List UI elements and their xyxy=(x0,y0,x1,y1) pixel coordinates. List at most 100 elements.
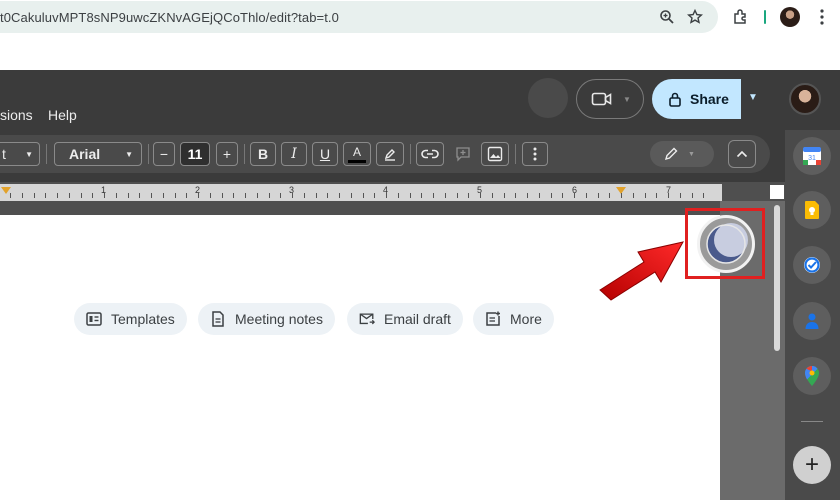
ruler-tick xyxy=(57,193,58,198)
ruler-tick xyxy=(163,193,164,198)
add-comment-button[interactable] xyxy=(450,142,476,166)
templates-chip[interactable]: Templates xyxy=(74,303,187,335)
ruler-tick xyxy=(468,193,469,198)
ruler-tick xyxy=(316,193,317,198)
share-button[interactable]: Share xyxy=(652,79,741,119)
ruler-tick xyxy=(398,193,399,198)
italic-button[interactable]: I xyxy=(281,142,307,166)
style-dropdown[interactable]: t ▼ xyxy=(0,142,40,166)
contacts-icon xyxy=(805,313,819,329)
toolbar-divider xyxy=(515,144,516,164)
share-dropdown-icon[interactable]: ▼ xyxy=(748,92,758,103)
ruler-tick xyxy=(186,193,187,198)
ruler-tick xyxy=(339,193,340,198)
document-scrollbar[interactable] xyxy=(774,205,780,351)
calendar-app-button[interactable]: 31 xyxy=(793,137,831,175)
toolbar-divider xyxy=(148,144,149,164)
email-draft-label: Email draft xyxy=(384,311,451,327)
email-draft-chip[interactable]: Email draft xyxy=(347,303,463,335)
ruler-tick xyxy=(492,193,493,198)
bookmark-star-icon[interactable] xyxy=(686,8,704,26)
ruler-tick xyxy=(574,193,575,198)
add-app-button[interactable]: + xyxy=(793,446,831,484)
ruler-tick xyxy=(421,193,422,198)
more-label: More xyxy=(510,311,542,327)
extensions-icon[interactable] xyxy=(731,7,751,27)
decrease-font-size-button[interactable]: − xyxy=(153,142,175,166)
maps-icon xyxy=(805,366,819,386)
address-bar[interactable]: t0CakuluvMPT8sNP9uwcZKNvAGEjQCoThlo/edit… xyxy=(0,1,718,33)
highlight-color-button[interactable] xyxy=(376,142,404,166)
insert-link-button[interactable] xyxy=(416,142,444,166)
profile-avatar[interactable] xyxy=(780,7,800,27)
maps-app-button[interactable] xyxy=(793,357,831,395)
zoom-icon[interactable] xyxy=(658,8,676,26)
meet-button[interactable]: ▼ xyxy=(576,79,644,119)
templates-label: Templates xyxy=(111,311,175,327)
ruler-tick xyxy=(668,193,669,198)
highlight-box xyxy=(685,208,765,279)
keep-icon xyxy=(805,201,819,219)
ruler-tick xyxy=(480,193,481,198)
plus-icon: + xyxy=(222,146,232,162)
insert-image-button[interactable] xyxy=(481,142,509,166)
ruler-tick xyxy=(139,193,140,198)
lock-icon xyxy=(669,92,681,107)
ruler-tick xyxy=(386,193,387,198)
meeting-notes-label: Meeting notes xyxy=(235,311,323,327)
svg-text:31: 31 xyxy=(808,155,816,162)
bold-button[interactable]: B xyxy=(250,142,276,166)
ruler-tick xyxy=(128,193,129,198)
meet-caret-icon: ▼ xyxy=(623,94,631,104)
url-text[interactable]: t0CakuluvMPT8sNP9uwcZKNvAGEjQCoThlo/edit… xyxy=(0,10,339,25)
ruler-tick xyxy=(34,193,35,198)
kebab-menu-icon[interactable] xyxy=(812,7,832,27)
underline-icon: U xyxy=(319,146,331,162)
underline-button[interactable]: U xyxy=(312,142,338,166)
ruler-tick xyxy=(457,193,458,198)
keep-app-button[interactable] xyxy=(793,191,831,229)
contacts-app-button[interactable] xyxy=(793,302,831,340)
font-size-input[interactable]: 11 xyxy=(180,142,210,166)
chevron-down-icon: ▼ xyxy=(688,150,695,158)
horizontal-ruler[interactable]: 1 2 3 4 5 6 7 xyxy=(0,184,722,201)
ruler-tick xyxy=(586,193,587,198)
ruler-tick xyxy=(539,193,540,198)
ruler-tick xyxy=(269,193,270,198)
docs-header: sions Help ▼ Share ▼ xyxy=(0,70,840,130)
more-options-button[interactable] xyxy=(522,142,548,166)
account-avatar[interactable] xyxy=(789,83,821,115)
email-draft-icon xyxy=(359,311,375,327)
ruler-tick xyxy=(92,193,93,198)
menu-extensions[interactable]: sions xyxy=(0,107,33,123)
text-color-icon: A xyxy=(352,145,361,159)
ruler-tick xyxy=(692,193,693,198)
ruler-tick xyxy=(515,193,516,198)
hide-menus-button[interactable] xyxy=(728,140,756,168)
increase-font-size-button[interactable]: + xyxy=(216,142,238,166)
document-icon xyxy=(210,311,226,327)
ruler-tick xyxy=(104,193,105,198)
ruler-tick xyxy=(703,193,704,198)
kebab-menu-icon xyxy=(533,147,537,161)
ruler-tick xyxy=(257,193,258,198)
editing-mode-dropdown[interactable]: ▼ xyxy=(650,141,714,167)
ruler-tick xyxy=(198,193,199,198)
font-family-label: Arial xyxy=(69,146,101,162)
present-button[interactable] xyxy=(528,78,568,118)
ruler-tick xyxy=(363,193,364,198)
font-family-dropdown[interactable]: Arial ▼ xyxy=(54,142,142,166)
more-chip[interactable]: More xyxy=(473,303,554,335)
ruler-tick xyxy=(69,193,70,198)
ruler-tick xyxy=(292,193,293,198)
meeting-notes-chip[interactable]: Meeting notes xyxy=(198,303,335,335)
ruler-tick xyxy=(245,193,246,198)
menu-help[interactable]: Help xyxy=(48,107,77,123)
tasks-app-button[interactable] xyxy=(793,246,831,284)
chevron-down-icon: ▼ xyxy=(25,149,33,159)
italic-icon: I xyxy=(291,146,297,162)
ruler-tick xyxy=(210,193,211,198)
side-panel-divider xyxy=(801,421,823,422)
text-color-button[interactable]: A xyxy=(343,142,371,166)
highlighter-icon xyxy=(384,149,395,161)
